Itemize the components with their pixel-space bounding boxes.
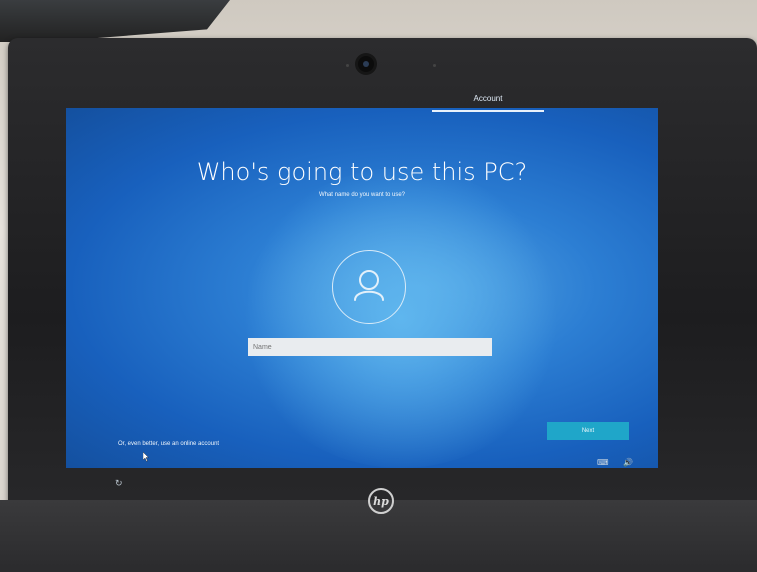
next-button[interactable]: Next [547, 422, 629, 440]
sensor-dot [433, 64, 436, 67]
user-avatar-icon [332, 250, 406, 324]
webcam-icon [358, 56, 374, 72]
keyboard-layout-icon[interactable]: ⌨ [597, 458, 609, 467]
step-account-tab: Account [432, 90, 544, 112]
user-icon-graphic [354, 270, 384, 301]
ease-of-access-icon[interactable]: ↻ [115, 478, 123, 489]
mouse-pointer-icon [143, 452, 149, 462]
volume-icon[interactable]: 🔊 [623, 458, 633, 467]
sensor-dot [346, 64, 349, 67]
online-account-link[interactable]: Or, even better, use an online account [118, 441, 219, 447]
hp-logo: hp [368, 488, 394, 514]
page-title: Who's going to use this PC? [196, 158, 528, 186]
name-input[interactable] [248, 338, 492, 356]
page-subtitle: What name do you want to use? [318, 192, 406, 198]
